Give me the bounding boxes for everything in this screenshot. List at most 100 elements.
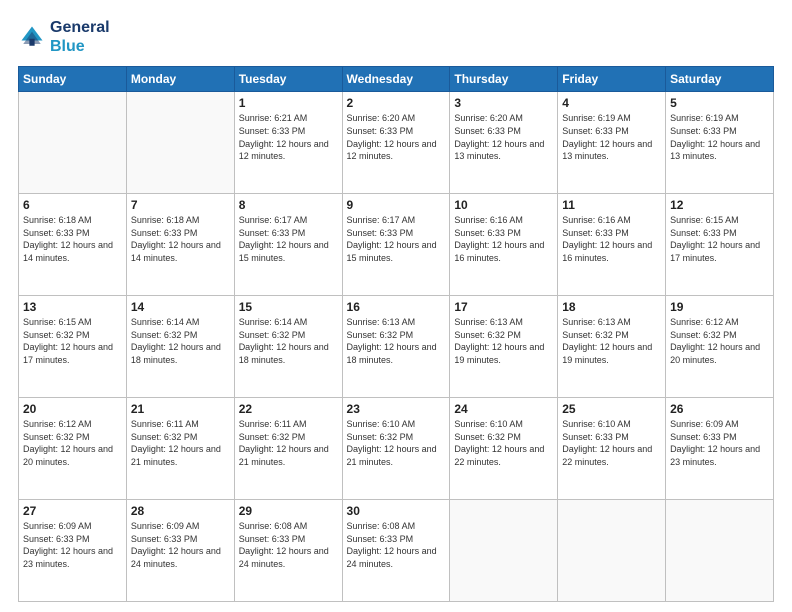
calendar-cell: 14Sunrise: 6:14 AM Sunset: 6:32 PM Dayli… bbox=[126, 296, 234, 398]
calendar-cell: 22 Sunrise: 6:11 AM Sunset: 6:32 PM Dayli… bbox=[234, 398, 342, 500]
calendar-cell: 11Sunrise: 6:16 AM Sunset: 6:33 PM Dayli… bbox=[558, 194, 666, 296]
calendar-cell: 26 Sunrise: 6:09 AM Sunset: 6:33 PM Dayli… bbox=[666, 398, 774, 500]
day-info: Sunrise: 6:14 AM Sunset: 6:32 PM Dayligh… bbox=[239, 316, 338, 366]
day-info: Sunrise: 6:12 AM Sunset: 6:32 PM Dayligh… bbox=[23, 418, 122, 468]
day-number: 3 bbox=[454, 96, 553, 110]
page: General Blue SundayMondayTuesdayWednesda… bbox=[0, 0, 792, 612]
calendar-cell: 27 Sunrise: 6:09 AM Sunset: 6:33 PM Dayli… bbox=[19, 500, 127, 602]
day-info: Sunrise: 6:08 AM Sunset: 6:33 PM Dayligh… bbox=[347, 520, 446, 570]
day-number: 26 bbox=[670, 402, 769, 416]
day-number: 9 bbox=[347, 198, 446, 212]
day-info: Sunrise: 6:13 AM Sunset: 6:32 PM Dayligh… bbox=[454, 316, 553, 366]
calendar-cell: 21 Sunrise: 6:11 AM Sunset: 6:32 PM Dayli… bbox=[126, 398, 234, 500]
calendar-cell: 3 Sunrise: 6:20 AM Sunset: 6:33 PM Daylig… bbox=[450, 92, 558, 194]
col-header-friday: Friday bbox=[558, 67, 666, 92]
calendar-cell: 1Sunrise: 6:21 AM Sunset: 6:33 PM Daylig… bbox=[234, 92, 342, 194]
day-number: 17 bbox=[454, 300, 553, 314]
day-info: Sunrise: 6:20 AM Sunset: 6:33 PM Dayligh… bbox=[454, 112, 553, 162]
day-number: 20 bbox=[23, 402, 122, 416]
day-number: 18 bbox=[562, 300, 661, 314]
day-number: 16 bbox=[347, 300, 446, 314]
day-info: Sunrise: 6:09 AM Sunset: 6:33 PM Dayligh… bbox=[23, 520, 122, 570]
calendar-cell: 25Sunrise: 6:10 AM Sunset: 6:33 PM Dayli… bbox=[558, 398, 666, 500]
calendar-cell bbox=[450, 500, 558, 602]
day-number: 27 bbox=[23, 504, 122, 518]
col-header-monday: Monday bbox=[126, 67, 234, 92]
day-info: Sunrise: 6:20 AM Sunset: 6:33 PM Dayligh… bbox=[347, 112, 446, 162]
week-row-5: 27 Sunrise: 6:09 AM Sunset: 6:33 PM Dayli… bbox=[19, 500, 774, 602]
day-info: Sunrise: 6:15 AM Sunset: 6:33 PM Dayligh… bbox=[670, 214, 769, 264]
calendar-cell: 19 Sunrise: 6:12 AM Sunset: 6:32 PM Dayli… bbox=[666, 296, 774, 398]
day-number: 13 bbox=[23, 300, 122, 314]
day-number: 8 bbox=[239, 198, 338, 212]
week-row-3: 13 Sunrise: 6:15 AM Sunset: 6:32 PM Dayli… bbox=[19, 296, 774, 398]
day-number: 1 bbox=[239, 96, 338, 110]
calendar-cell: 8Sunrise: 6:17 AM Sunset: 6:33 PM Daylig… bbox=[234, 194, 342, 296]
calendar-cell: 9 Sunrise: 6:17 AM Sunset: 6:33 PM Daylig… bbox=[342, 194, 450, 296]
calendar-cell: 10 Sunrise: 6:16 AM Sunset: 6:33 PM Dayli… bbox=[450, 194, 558, 296]
logo-text: General Blue bbox=[50, 18, 110, 56]
day-number: 24 bbox=[454, 402, 553, 416]
day-number: 15 bbox=[239, 300, 338, 314]
day-info: Sunrise: 6:18 AM Sunset: 6:33 PM Dayligh… bbox=[23, 214, 122, 264]
calendar-cell bbox=[558, 500, 666, 602]
day-number: 12 bbox=[670, 198, 769, 212]
day-number: 2 bbox=[347, 96, 446, 110]
day-info: Sunrise: 6:18 AM Sunset: 6:33 PM Dayligh… bbox=[131, 214, 230, 264]
day-info: Sunrise: 6:11 AM Sunset: 6:32 PM Dayligh… bbox=[131, 418, 230, 468]
day-info: Sunrise: 6:19 AM Sunset: 6:33 PM Dayligh… bbox=[562, 112, 661, 162]
day-info: Sunrise: 6:16 AM Sunset: 6:33 PM Dayligh… bbox=[454, 214, 553, 264]
day-number: 5 bbox=[670, 96, 769, 110]
day-info: Sunrise: 6:09 AM Sunset: 6:33 PM Dayligh… bbox=[670, 418, 769, 468]
calendar-cell: 23 Sunrise: 6:10 AM Sunset: 6:32 PM Dayli… bbox=[342, 398, 450, 500]
calendar-cell: 6 Sunrise: 6:18 AM Sunset: 6:33 PM Daylig… bbox=[19, 194, 127, 296]
calendar-body: 1Sunrise: 6:21 AM Sunset: 6:33 PM Daylig… bbox=[19, 92, 774, 602]
day-number: 19 bbox=[670, 300, 769, 314]
day-number: 7 bbox=[131, 198, 230, 212]
calendar-cell: 12 Sunrise: 6:15 AM Sunset: 6:33 PM Dayli… bbox=[666, 194, 774, 296]
day-number: 22 bbox=[239, 402, 338, 416]
day-number: 6 bbox=[23, 198, 122, 212]
day-info: Sunrise: 6:08 AM Sunset: 6:33 PM Dayligh… bbox=[239, 520, 338, 570]
col-header-thursday: Thursday bbox=[450, 67, 558, 92]
calendar-cell: 29 Sunrise: 6:08 AM Sunset: 6:33 PM Dayli… bbox=[234, 500, 342, 602]
day-info: Sunrise: 6:13 AM Sunset: 6:32 PM Dayligh… bbox=[347, 316, 446, 366]
day-number: 4 bbox=[562, 96, 661, 110]
day-info: Sunrise: 6:12 AM Sunset: 6:32 PM Dayligh… bbox=[670, 316, 769, 366]
day-number: 25 bbox=[562, 402, 661, 416]
calendar-cell bbox=[126, 92, 234, 194]
day-info: Sunrise: 6:10 AM Sunset: 6:32 PM Dayligh… bbox=[454, 418, 553, 468]
day-number: 29 bbox=[239, 504, 338, 518]
day-number: 10 bbox=[454, 198, 553, 212]
calendar-table: SundayMondayTuesdayWednesdayThursdayFrid… bbox=[18, 66, 774, 602]
calendar-cell: 15 Sunrise: 6:14 AM Sunset: 6:32 PM Dayli… bbox=[234, 296, 342, 398]
calendar-cell: 5 Sunrise: 6:19 AM Sunset: 6:33 PM Daylig… bbox=[666, 92, 774, 194]
calendar-cell: 13 Sunrise: 6:15 AM Sunset: 6:32 PM Dayli… bbox=[19, 296, 127, 398]
day-info: Sunrise: 6:15 AM Sunset: 6:32 PM Dayligh… bbox=[23, 316, 122, 366]
day-number: 23 bbox=[347, 402, 446, 416]
col-header-wednesday: Wednesday bbox=[342, 67, 450, 92]
header-row: SundayMondayTuesdayWednesdayThursdayFrid… bbox=[19, 67, 774, 92]
calendar-cell bbox=[666, 500, 774, 602]
day-info: Sunrise: 6:13 AM Sunset: 6:32 PM Dayligh… bbox=[562, 316, 661, 366]
day-info: Sunrise: 6:10 AM Sunset: 6:32 PM Dayligh… bbox=[347, 418, 446, 468]
calendar-cell: 7 Sunrise: 6:18 AM Sunset: 6:33 PM Daylig… bbox=[126, 194, 234, 296]
day-number: 21 bbox=[131, 402, 230, 416]
calendar-cell: 30 Sunrise: 6:08 AM Sunset: 6:33 PM Dayli… bbox=[342, 500, 450, 602]
col-header-sunday: Sunday bbox=[19, 67, 127, 92]
logo-icon bbox=[18, 23, 46, 51]
week-row-2: 6 Sunrise: 6:18 AM Sunset: 6:33 PM Daylig… bbox=[19, 194, 774, 296]
day-info: Sunrise: 6:09 AM Sunset: 6:33 PM Dayligh… bbox=[131, 520, 230, 570]
calendar-header: SundayMondayTuesdayWednesdayThursdayFrid… bbox=[19, 67, 774, 92]
calendar-cell: 16 Sunrise: 6:13 AM Sunset: 6:32 PM Dayli… bbox=[342, 296, 450, 398]
day-number: 11 bbox=[562, 198, 661, 212]
calendar-cell: 28Sunrise: 6:09 AM Sunset: 6:33 PM Dayli… bbox=[126, 500, 234, 602]
week-row-4: 20 Sunrise: 6:12 AM Sunset: 6:32 PM Dayli… bbox=[19, 398, 774, 500]
calendar-cell: 4 Sunrise: 6:19 AM Sunset: 6:33 PM Daylig… bbox=[558, 92, 666, 194]
logo: General Blue bbox=[18, 18, 110, 56]
day-info: Sunrise: 6:11 AM Sunset: 6:32 PM Dayligh… bbox=[239, 418, 338, 468]
col-header-saturday: Saturday bbox=[666, 67, 774, 92]
day-info: Sunrise: 6:17 AM Sunset: 6:33 PM Dayligh… bbox=[347, 214, 446, 264]
day-number: 30 bbox=[347, 504, 446, 518]
day-info: Sunrise: 6:19 AM Sunset: 6:33 PM Dayligh… bbox=[670, 112, 769, 162]
